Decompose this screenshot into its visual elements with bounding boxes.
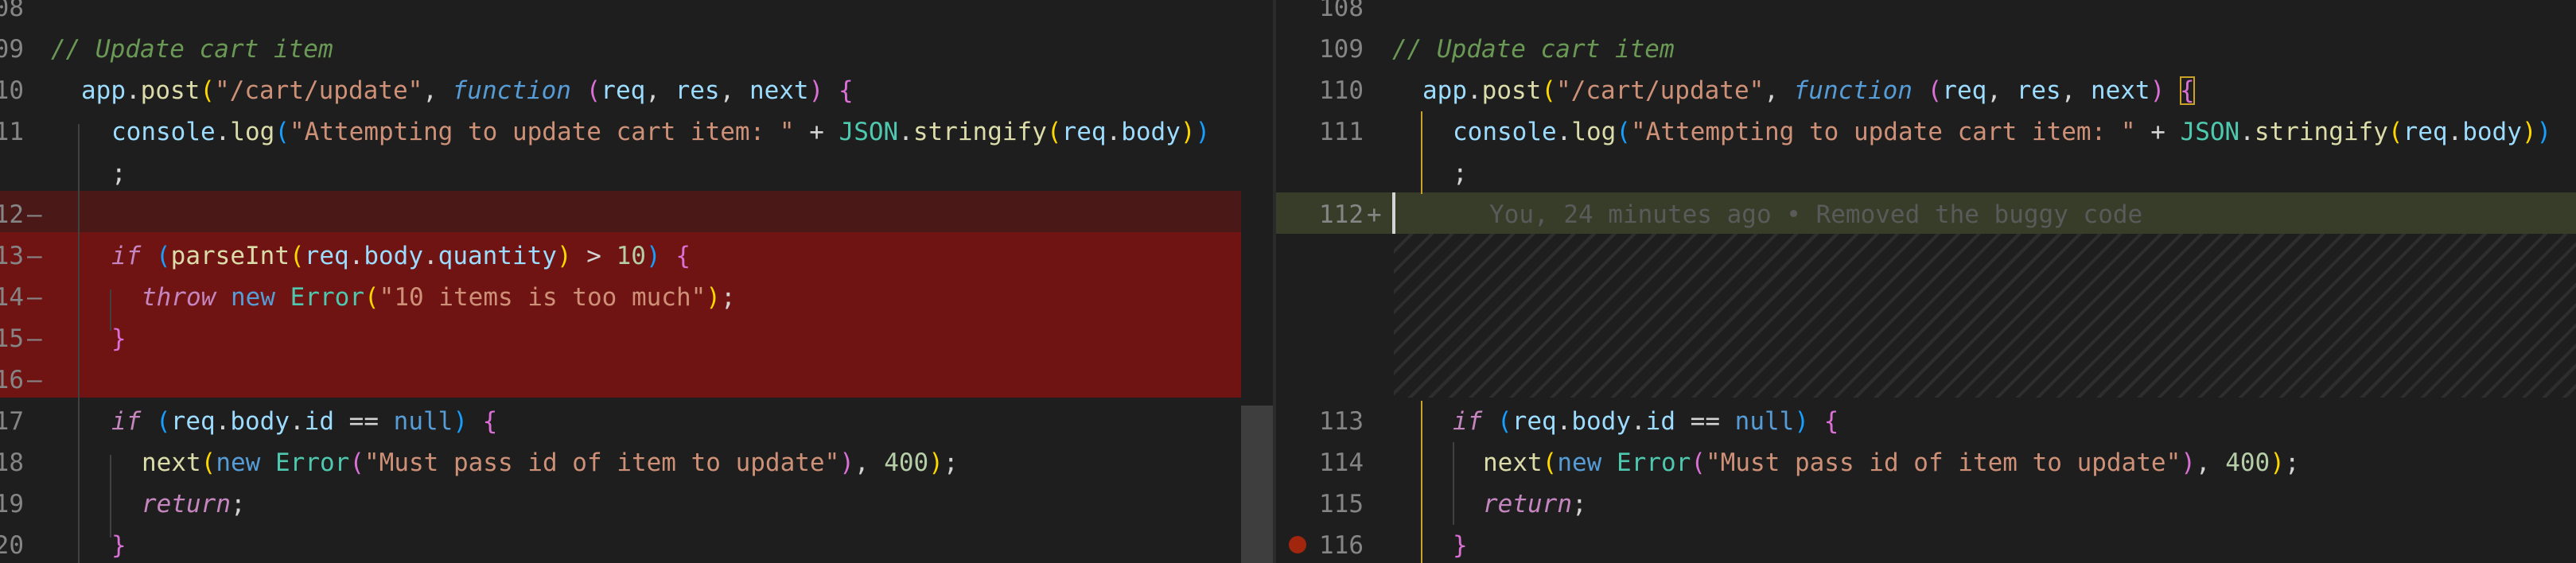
code-text: next(new Error("Must pass id of item to … [142,448,959,477]
code-line[interactable]: You, 24 minutes ago • Removed the buggy … [1276,194,2576,235]
code-line[interactable]: if (req.body.id == null) { [0,401,1241,442]
git-blame-annotation: You, 24 minutes ago • Removed the buggy … [1489,200,2143,229]
code-text: next(new Error("Must pass id of item to … [1483,448,2300,477]
code-line[interactable]: } [0,525,1241,563]
code-text: app.post("/cart/update", function (req, … [81,76,854,105]
code-line[interactable]: // Update cart item [0,29,1241,70]
code-text: ; [111,159,126,188]
code-line[interactable]: if (parseInt(req.body.quantity) > 10) { [0,235,1241,277]
code-text: if (req.body.id == null) { [111,407,498,436]
code-line[interactable]: app.post("/cart/update", function (req, … [0,70,1241,111]
code-line[interactable]: next(new Error("Must pass id of item to … [0,442,1241,483]
code-line[interactable]: throw new Error("10 items is too much"); [0,277,1241,318]
code-line[interactable]: return; [0,483,1241,525]
code-text: console.log("Attempting to update cart i… [1453,118,2552,146]
code-text: throw new Error("10 items is too much"); [142,283,736,312]
right-diff-pane[interactable]: 108 109 110 111 112 +113 114 115 116 // Update c… [1276,0,2576,563]
code-text: ; [1453,159,1468,188]
code-comment: // Update cart item [1392,35,1675,64]
code-text: if (req.body.id == null) { [1453,407,1839,436]
gutter-row [1276,318,2576,359]
gutter-row [1276,277,2576,318]
code-line[interactable]: if (req.body.id == null) { [1276,401,2576,442]
code-text: } [111,324,126,353]
gutter-row: 108 [1276,0,2576,29]
gutter-row: 08 [0,0,1241,29]
gutter-row: 12— [0,194,1241,235]
code-comment: // Update cart item [51,35,333,64]
code-text: return; [142,490,246,518]
code-line[interactable]: ; [0,153,1241,194]
code-line[interactable]: } [0,318,1241,359]
code-text: return; [1483,490,1587,518]
code-line[interactable]: } [1276,525,2576,563]
code-text: if (parseInt(req.body.quantity) > 10) { [111,242,691,270]
code-line[interactable]: return; [1276,483,2576,525]
scrollbar-thumb[interactable] [1241,406,1273,563]
left-diff-pane[interactable]: 08 09 10 11 12—13—14—15—16—17 18 19 20 // Updat… [0,0,1241,563]
code-line[interactable]: console.log("Attempting to update cart i… [0,111,1241,153]
code-line[interactable]: next(new Error("Must pass id of item to … [1276,442,2576,483]
gutter-row: 16— [0,359,1241,401]
gutter-row [1276,359,2576,401]
code-line[interactable]: app.post("/cart/update", function (req, … [1276,70,2576,111]
code-line[interactable]: // Update cart item [1276,29,2576,70]
code-text: } [111,531,126,560]
code-text: } [1453,531,1468,560]
code-text: app.post("/cart/update", function (req, … [1422,76,2195,105]
code-text: console.log("Attempting to update cart i… [111,118,1211,146]
line-number [1276,359,1364,401]
gutter-row [1276,235,2576,277]
code-line[interactable]: console.log("Attempting to update cart i… [1276,111,2576,153]
code-line[interactable]: ; [1276,153,2576,194]
line-number: 108 [1319,0,1364,22]
line-number: 08 [0,0,24,22]
line-number [1276,318,1364,359]
